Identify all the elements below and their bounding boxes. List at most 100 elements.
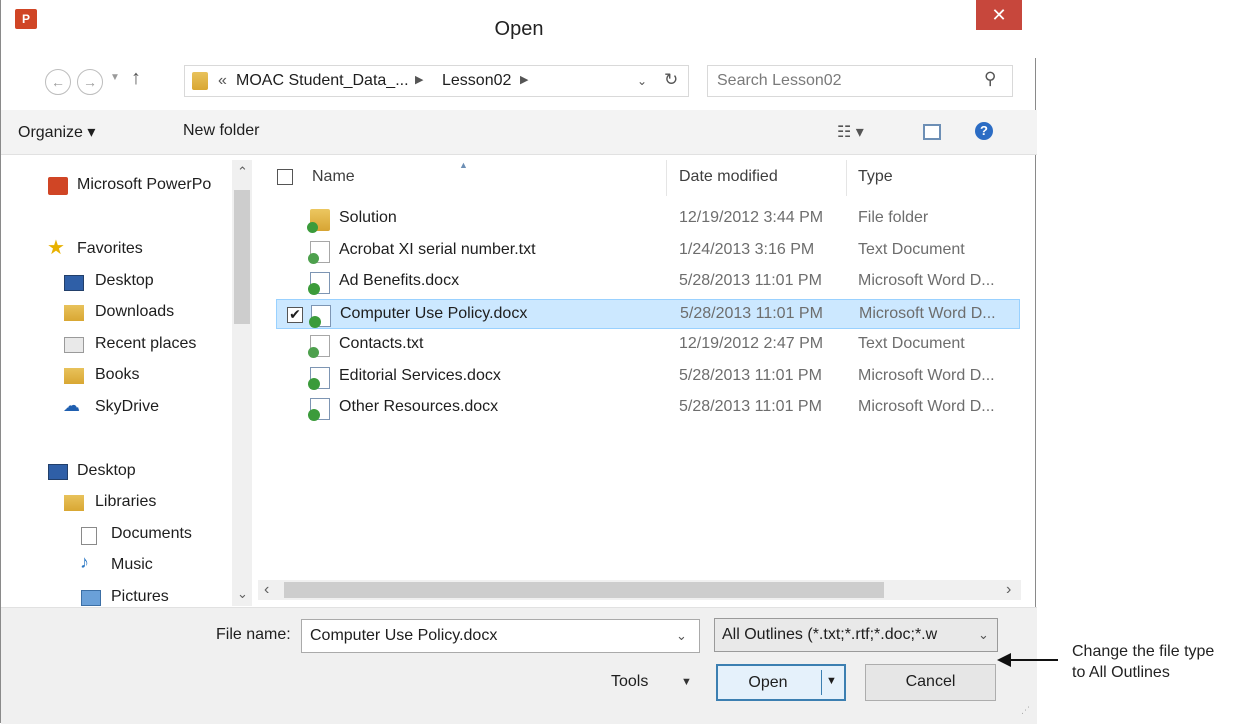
open-dialog: P Open ✕ ← → ▼ ↑ « MOAC Student_Data_...… — [0, 0, 1037, 724]
view-options-icon[interactable]: ☷ ▾ — [837, 122, 864, 142]
file-name[interactable]: Solution — [339, 209, 397, 227]
file-row[interactable]: Other Resources.docx 5/28/2013 11:01 PM Mi… — [276, 393, 1020, 423]
split-divider — [821, 670, 822, 695]
file-name-combobox[interactable]: Computer Use Policy.docx ⌄ — [301, 619, 700, 653]
organize-button[interactable]: Organize ▾ — [18, 122, 95, 142]
search-icon[interactable]: ⚲ — [984, 69, 996, 89]
word-doc-icon — [308, 272, 330, 295]
dialog-title: Open — [494, 18, 544, 40]
word-doc-icon — [309, 304, 331, 328]
up-arrow-icon: ↑ — [131, 67, 141, 89]
file-type: Microsoft Word D... — [858, 272, 995, 289]
refresh-icon[interactable]: ↻ — [664, 70, 678, 90]
file-row[interactable]: Contacts.txt 12/19/2012 2:47 PM Text Docum… — [276, 330, 1020, 360]
preview-pane-icon[interactable] — [923, 124, 941, 140]
books-icon — [64, 368, 84, 384]
nav-item-downloads[interactable]: Downloads — [95, 303, 174, 321]
column-header-name[interactable]: Name — [312, 168, 355, 186]
documents-icon — [81, 527, 97, 545]
open-options-icon[interactable]: ▼ — [826, 675, 837, 687]
back-button[interactable]: ← — [45, 69, 71, 95]
select-all-checkbox[interactable] — [277, 169, 293, 185]
nav-item-skydrive[interactable]: SkyDrive — [95, 398, 159, 416]
resize-grip-icon[interactable]: ⋰ — [1021, 705, 1030, 716]
file-date-modified: 5/28/2013 11:01 PM — [679, 366, 822, 384]
file-date-modified: 5/28/2013 11:01 PM — [679, 272, 822, 289]
recent-locations-dropdown[interactable]: ▼ — [110, 72, 120, 83]
file-type: Microsoft Word D... — [858, 366, 995, 384]
file-type-dropdown[interactable]: All Outlines (*.txt;*.rtf;*.doc;*.w ⌄ — [714, 618, 998, 652]
nav-item-music[interactable]: Music — [111, 556, 153, 574]
breadcrumb-item[interactable]: MOAC Student_Data_... — [236, 72, 409, 90]
nav-favorites[interactable]: Favorites — [77, 240, 143, 258]
scroll-up-icon[interactable]: ⌃ — [237, 164, 248, 180]
scroll-left-icon[interactable]: ‹ — [264, 581, 269, 599]
file-name[interactable]: Ad Benefits.docx — [339, 272, 459, 290]
search-box[interactable]: Search Lesson02 ⚲ — [707, 65, 1013, 97]
horizontal-scroll-thumb[interactable] — [284, 582, 884, 598]
file-type: Text Document — [858, 240, 965, 258]
open-button[interactable]: Open ▼ — [716, 664, 846, 701]
column-divider — [846, 160, 847, 196]
nav-item-desktop-root[interactable]: Desktop — [77, 462, 136, 480]
tools-button[interactable]: Tools — [611, 673, 648, 691]
file-name[interactable]: Computer Use Policy.docx — [340, 305, 527, 323]
row-checkbox[interactable]: ✔ — [287, 306, 303, 323]
file-name[interactable]: Other Resources.docx — [339, 398, 498, 416]
nav-item-documents[interactable]: Documents — [111, 525, 192, 543]
address-bar[interactable]: « MOAC Student_Data_... ▶ Lesson02 ▶ ⌄ ↻ — [184, 65, 689, 97]
file-name[interactable]: Acrobat XI serial number.txt — [339, 241, 536, 259]
file-row[interactable]: ✔ Computer Use Policy.docx 5/28/2013 11:01… — [276, 298, 1020, 329]
tools-dropdown-icon[interactable]: ▼ — [681, 676, 692, 688]
up-button[interactable]: ↑ — [131, 67, 141, 90]
address-dropdown-icon[interactable]: ⌄ — [637, 74, 647, 88]
callout-line-1: Change the file type — [1072, 643, 1215, 660]
column-header-date[interactable]: Date modified — [679, 168, 778, 186]
file-row[interactable]: Solution 12/19/2012 3:44 PM File folder — [276, 204, 1020, 234]
word-doc-icon — [308, 366, 330, 390]
file-row[interactable]: Editorial Services.docx 5/28/2013 11:01 P… — [276, 362, 1020, 392]
horizontal-scrollbar[interactable]: ‹ › — [258, 580, 1021, 600]
column-header-type[interactable]: Type — [858, 168, 893, 186]
back-arrow-icon: ← — [51, 74, 65, 90]
nav-item-powerpoint[interactable]: Microsoft PowerPo — [77, 176, 211, 194]
new-folder-button[interactable]: New folder — [183, 122, 259, 140]
title-bar: P Open ✕ — [1, 0, 1037, 58]
search-input[interactable]: Search Lesson02 — [717, 72, 842, 90]
file-name[interactable]: Editorial Services.docx — [339, 367, 501, 385]
open-button-label[interactable]: Open — [718, 674, 818, 692]
callout-line-2: to All Outlines — [1072, 664, 1170, 681]
chevron-down-icon: ⌄ — [978, 627, 989, 642]
nav-item-desktop[interactable]: Desktop — [95, 272, 154, 290]
forward-button[interactable]: → — [77, 69, 103, 95]
chevron-down-icon[interactable]: ⌄ — [676, 628, 687, 644]
nav-item-libraries[interactable]: Libraries — [95, 493, 156, 511]
nav-item-pictures[interactable]: Pictures — [111, 588, 169, 606]
nav-scroll-thumb[interactable] — [234, 190, 250, 324]
powerpoint-icon — [48, 177, 68, 195]
folder-icon — [192, 72, 208, 90]
breadcrumb-overflow[interactable]: « — [218, 72, 227, 90]
forward-arrow-icon: → — [83, 74, 97, 90]
nav-item-books[interactable]: Books — [95, 366, 139, 384]
file-row[interactable]: Ad Benefits.docx 5/28/2013 11:01 PM Micros… — [276, 267, 1020, 297]
nav-item-recent-places[interactable]: Recent places — [95, 335, 196, 353]
file-date-modified: 5/28/2013 11:01 PM — [680, 304, 823, 322]
file-name[interactable]: Contacts.txt — [339, 335, 423, 353]
callout-arrowhead — [997, 653, 1011, 667]
desktop-icon — [64, 275, 84, 291]
nav-scrollbar[interactable]: ⌃ ⌄ — [232, 160, 252, 606]
recent-places-icon — [64, 337, 84, 353]
cancel-button[interactable]: Cancel — [865, 664, 996, 701]
libraries-icon — [64, 495, 84, 511]
help-icon[interactable]: ? — [975, 122, 993, 140]
breadcrumb-item[interactable]: Lesson02 — [442, 72, 511, 90]
cancel-button-label[interactable]: Cancel — [866, 673, 995, 691]
close-button[interactable]: ✕ — [976, 0, 1022, 30]
scroll-right-icon[interactable]: › — [1006, 581, 1011, 599]
breadcrumb-separator-icon[interactable]: ▶ — [415, 73, 423, 86]
file-name-field[interactable]: Computer Use Policy.docx — [310, 627, 497, 645]
breadcrumb-separator-icon[interactable]: ▶ — [520, 73, 528, 86]
file-row[interactable]: Acrobat XI serial number.txt 1/24/2013 3:… — [276, 236, 1020, 266]
scroll-down-icon[interactable]: ⌄ — [237, 586, 248, 602]
